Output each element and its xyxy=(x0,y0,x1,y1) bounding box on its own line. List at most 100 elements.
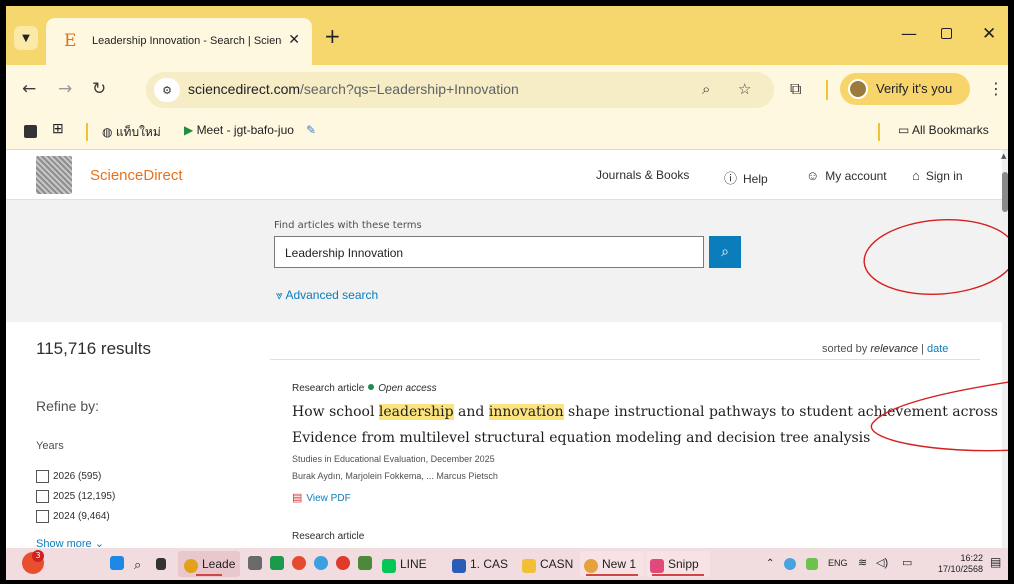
sort-date-link[interactable]: date xyxy=(927,343,948,355)
checkbox[interactable] xyxy=(36,490,49,503)
refine-heading: Refine by: xyxy=(36,398,100,414)
sort-relevance[interactable]: relevance xyxy=(870,343,918,355)
tray-app-icon[interactable] xyxy=(806,558,818,570)
results-count: 115,716 results xyxy=(36,339,151,358)
language-indicator[interactable]: ENG xyxy=(828,558,848,568)
grid-app-icon[interactable] xyxy=(358,556,372,570)
battery-icon[interactable]: ▭ xyxy=(902,556,912,569)
minimize-icon[interactable]: — xyxy=(901,24,917,43)
snipping-icon xyxy=(650,559,664,573)
active-tab[interactable]: E Leadership Innovation - Search | Scien… xyxy=(46,18,312,65)
advanced-search-link[interactable]: ⩔ Advanced search xyxy=(276,288,378,303)
site-brand[interactable]: ScienceDirect xyxy=(90,167,183,184)
app-icon xyxy=(584,559,598,573)
search-button[interactable]: ⌕ xyxy=(709,236,741,268)
bookmark-item-newtab[interactable]: ◍ แท็บใหม่ xyxy=(102,123,161,142)
folder-icon xyxy=(522,559,536,573)
taskbar: 3 ⌕ Leade LINE 1. CAS CASN New 1 Snipp ⌃… xyxy=(6,548,1008,580)
word-icon xyxy=(452,559,466,573)
forward-icon[interactable]: → xyxy=(58,79,72,99)
tray-chevron-up-icon[interactable]: ⌃ xyxy=(766,558,774,569)
chevron-down-icon: ⌄ xyxy=(94,538,104,548)
bookmark-divider xyxy=(86,123,88,141)
nav-help[interactable]: ⓘ Help xyxy=(724,168,768,187)
nav-journals-books[interactable]: Journals & Books xyxy=(596,168,689,182)
checkbox[interactable] xyxy=(36,510,49,523)
show-more-link[interactable]: Show more ⌄ xyxy=(36,537,104,548)
years-heading: Years xyxy=(36,440,64,452)
zoom-icon[interactable]: ⌕ xyxy=(702,80,710,98)
tab-close-icon[interactable]: ✕ xyxy=(288,32,300,48)
kebab-icon[interactable]: ⋮ xyxy=(988,79,1004,98)
tab-title: Leadership Innovation - Search | Science… xyxy=(92,35,282,47)
apps-grid-icon[interactable]: ⊞ xyxy=(52,120,64,137)
globe-icon: ◍ xyxy=(102,125,116,139)
scrollbar[interactable]: ▲ xyxy=(1001,150,1008,548)
site-header: ScienceDirect Journals & Books ⓘ Help ☺ My… xyxy=(6,150,1002,200)
taskbar-item-chrome[interactable]: Leade xyxy=(178,551,240,577)
reload-icon[interactable]: ↻ xyxy=(92,79,106,99)
wifi-icon[interactable]: ≋ xyxy=(858,556,867,569)
elsevier-logo-icon[interactable] xyxy=(36,156,72,194)
person-icon: ☺ xyxy=(806,168,820,183)
favicon-icon: E xyxy=(64,31,77,51)
address-bar[interactable]: ⚙ sciencedirect.com/search?qs=Leadership… xyxy=(146,72,774,108)
meet-icon: ▶ xyxy=(184,123,197,137)
bookmark-item-meet[interactable]: ▶ Meet - jgt-bafo-juo xyxy=(184,123,294,137)
article-title-link[interactable]: How school leadership and innovation sha… xyxy=(292,404,1008,420)
excel-icon[interactable] xyxy=(270,556,284,570)
window-close-icon[interactable]: ✕ xyxy=(982,24,996,44)
year-filter-2025[interactable]: 2025 (12,195) xyxy=(36,490,115,503)
divider xyxy=(270,359,980,360)
clock[interactable]: 16:22 17/10/2568 xyxy=(938,553,983,575)
tab-search-chevron-down-icon[interactable]: ▼ xyxy=(14,26,38,50)
active-indicator xyxy=(586,574,638,576)
taskbar-item-word[interactable]: 1. CAS xyxy=(448,551,516,577)
taskbar-item-new[interactable]: New 1 xyxy=(580,551,644,577)
article-journal[interactable]: Studies in Educational Evaluation, Decem… xyxy=(292,454,495,464)
notifications-icon[interactable]: ▤ xyxy=(990,555,1001,569)
back-icon[interactable]: ← xyxy=(22,79,36,99)
checkbox[interactable] xyxy=(36,470,49,483)
nav-sign-in[interactable]: ⌂ Sign in xyxy=(912,168,963,183)
search-label: Find articles with these terms xyxy=(274,220,422,231)
url-text[interactable]: sciencedirect.com/search?qs=Leadership+I… xyxy=(188,81,519,97)
star-icon[interactable]: ☆ xyxy=(738,80,751,98)
taskbar-item-folder[interactable]: CASN xyxy=(518,551,580,577)
extensions-icon[interactable]: ⧉ xyxy=(790,79,801,99)
app-square-icon[interactable] xyxy=(24,125,37,138)
year-filter-2024[interactable]: 2024 (9,464) xyxy=(36,510,110,523)
new-tab-button[interactable]: + xyxy=(324,24,341,48)
task-view-icon[interactable] xyxy=(156,558,166,570)
cloud-icon[interactable] xyxy=(784,558,796,570)
article-type: Research article xyxy=(292,531,365,542)
site-info-icon[interactable]: ⚙ xyxy=(154,78,180,102)
notification-badge: 3 xyxy=(32,550,44,562)
taskbar-item-line[interactable]: LINE xyxy=(378,551,442,577)
sort-options: sorted by relevance | date xyxy=(822,343,949,355)
feather-bookmark-icon[interactable]: ✎ xyxy=(306,123,316,137)
media-icon[interactable] xyxy=(336,556,350,570)
article-title-link-line2[interactable]: Evidence from multilevel structural equa… xyxy=(292,430,870,446)
search-icon[interactable]: ⌕ xyxy=(134,557,141,573)
all-bookmarks[interactable]: ▭ All Bookmarks xyxy=(898,123,989,137)
article-type: Research article Open access xyxy=(292,383,437,394)
camera-icon[interactable] xyxy=(248,556,262,570)
search-input[interactable]: Leadership Innovation xyxy=(274,236,704,268)
browser-icon[interactable] xyxy=(314,556,328,570)
open-access-dot-icon xyxy=(368,384,375,390)
start-icon[interactable] xyxy=(110,556,124,570)
line-icon xyxy=(382,559,396,573)
view-pdf-link[interactable]: ▤ View PDF xyxy=(292,491,351,504)
browser-toolbar: ← → ↻ ⚙ sciencedirect.com/search?qs=Lead… xyxy=(6,65,1008,113)
year-filter-2026[interactable]: 2026 (595) xyxy=(36,470,101,483)
verify-button[interactable]: Verify it's you xyxy=(840,73,970,105)
scroll-up-icon[interactable]: ▲ xyxy=(1001,152,1006,160)
maximize-icon[interactable] xyxy=(941,28,952,39)
taskbar-item-snipping[interactable]: Snipp xyxy=(646,551,710,577)
volume-icon[interactable]: ◁) xyxy=(876,556,888,569)
pinwheel-icon[interactable] xyxy=(292,556,306,570)
nav-my-account[interactable]: ☺ My account xyxy=(806,168,887,183)
article-authors: Burak Aydın, Marjolein Fokkema, ... Marc… xyxy=(292,471,498,481)
scrollbar-thumb[interactable] xyxy=(1002,172,1008,212)
